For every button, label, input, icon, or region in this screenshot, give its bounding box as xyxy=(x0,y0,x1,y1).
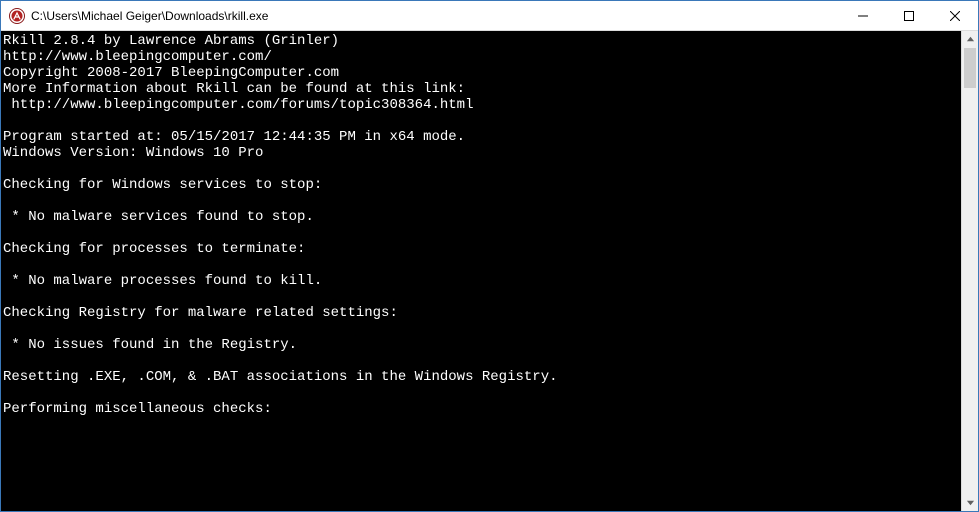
scroll-down-button[interactable] xyxy=(962,494,978,511)
maximize-button[interactable] xyxy=(886,1,932,31)
scroll-track[interactable] xyxy=(962,48,978,494)
titlebar[interactable]: C:\Users\Michael Geiger\Downloads\rkill.… xyxy=(1,1,978,31)
close-button[interactable] xyxy=(932,1,978,31)
scroll-thumb[interactable] xyxy=(964,48,976,88)
scroll-up-button[interactable] xyxy=(962,31,978,48)
vertical-scrollbar[interactable] xyxy=(961,31,978,511)
app-icon xyxy=(9,8,25,24)
window-title: C:\Users\Michael Geiger\Downloads\rkill.… xyxy=(31,9,268,23)
client-area: Rkill 2.8.4 by Lawrence Abrams (Grinler)… xyxy=(1,31,978,511)
minimize-button[interactable] xyxy=(840,1,886,31)
app-window: C:\Users\Michael Geiger\Downloads\rkill.… xyxy=(0,0,979,512)
console-output: Rkill 2.8.4 by Lawrence Abrams (Grinler)… xyxy=(1,31,961,511)
